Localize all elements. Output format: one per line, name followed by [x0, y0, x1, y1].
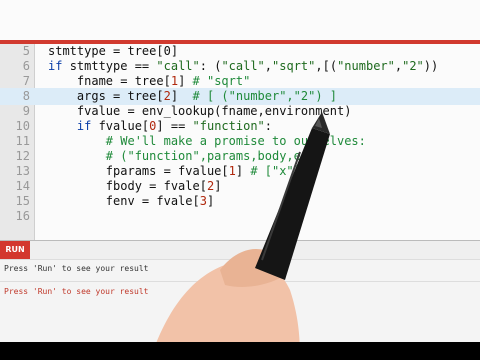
output-text-error: Press 'Run' to see your result	[4, 287, 149, 296]
line-number: 16	[15, 209, 30, 223]
run-button[interactable]: RUN	[0, 241, 30, 259]
divider	[0, 281, 480, 282]
run-bar: RUN	[0, 240, 480, 259]
letterbox-bar	[0, 342, 480, 360]
divider	[0, 259, 480, 260]
code-line: 16	[0, 208, 480, 225]
video-frame: 5 stmttype = tree[0] 6 if stmttype == "call…	[0, 0, 480, 360]
output-text: Press 'Run' to see your result	[4, 264, 149, 273]
top-bar	[0, 0, 480, 40]
